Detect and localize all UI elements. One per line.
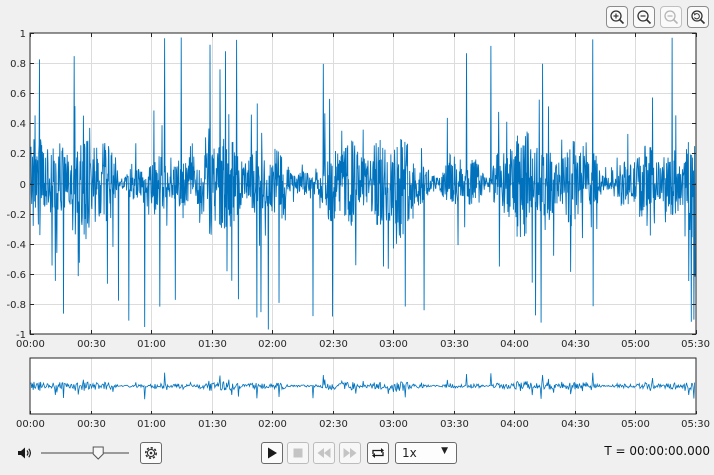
overview-x-tick-label: 04:00 <box>500 419 529 430</box>
fast-forward-button[interactable] <box>339 442 361 464</box>
play-button[interactable] <box>261 442 283 464</box>
chevron-down-icon: ▼ <box>441 446 448 456</box>
main-x-tick-label: 02:00 <box>258 339 287 350</box>
main-x-tick-label: 00:00 <box>16 339 45 350</box>
playback-speed-select[interactable]: 1x ▼ <box>395 442 457 464</box>
settings-button[interactable] <box>140 442 162 464</box>
overview-x-tick-label: 01:30 <box>198 419 227 430</box>
main-x-tick-label: 05:30 <box>681 339 710 350</box>
main-x-tick-label: 03:00 <box>379 339 408 350</box>
loop-icon <box>372 448 384 458</box>
volume-slider-thumb[interactable] <box>92 446 104 460</box>
overview-x-tick-label: 05:30 <box>681 419 710 430</box>
main-y-tick-label: 0.2 <box>10 149 26 160</box>
overview-x-tick-label: 00:00 <box>16 419 45 430</box>
volume-slider[interactable] <box>38 444 134 462</box>
time-readout: T = 00:00:00.000 <box>604 444 710 458</box>
overview-x-tick-label: 03:00 <box>379 419 408 430</box>
overview-x-tick-label: 01:00 <box>137 419 166 430</box>
main-x-tick-label: 02:30 <box>319 339 348 350</box>
main-x-tick-label: 01:00 <box>137 339 166 350</box>
stop-icon <box>293 448 303 458</box>
main-y-tick-label: 0.8 <box>10 59 26 70</box>
main-x-tick-label: 03:30 <box>440 339 469 350</box>
main-x-tick-label: 00:30 <box>77 339 106 350</box>
main-y-tick-label: -0.4 <box>6 240 26 251</box>
main-y-tick-label: 1 <box>20 29 26 40</box>
overview-x-tick-label: 05:00 <box>621 419 650 430</box>
main-y-tick-label: 0.6 <box>10 89 26 100</box>
play-icon <box>268 447 277 459</box>
main-y-tick-label: 0.4 <box>10 119 26 130</box>
main-y-tick-labels: 10.80.60.40.20-0.2-0.4-0.6-0.8-1 <box>6 29 26 341</box>
main-x-tick-label: 01:30 <box>198 339 227 350</box>
overview-x-tick-label: 03:30 <box>440 419 469 430</box>
waveform-overview-plot[interactable]: 00:00 00:30 01:00 01:30 02:00 02:30 03:00 03:30… <box>0 350 714 435</box>
main-x-tick-label: 04:00 <box>500 339 529 350</box>
fast-forward-icon <box>343 448 357 458</box>
gear-icon <box>145 447 157 459</box>
overview-x-tick-label: 02:30 <box>319 419 348 430</box>
rewind-icon <box>317 448 331 458</box>
main-y-tick-label: -0.6 <box>6 270 26 281</box>
overview-x-tick-label: 02:00 <box>258 419 287 430</box>
stop-button[interactable] <box>287 442 309 464</box>
main-x-tick-label: 05:00 <box>621 339 650 350</box>
playback-speed-value: 1x <box>402 446 417 460</box>
main-x-tick-labels: 00:00 00:30 01:00 01:30 02:00 02:30 03:00 03:30… <box>16 339 710 350</box>
main-y-tick-label: -0.8 <box>6 300 26 311</box>
overview-x-tick-label: 00:30 <box>77 419 106 430</box>
main-x-tick-label: 04:30 <box>561 339 590 350</box>
waveform-main-plot[interactable]: 10.80.60.40.20-0.2-0.4-0.6-0.8-1 00:00 00… <box>0 0 714 350</box>
volume-slider-track <box>41 452 129 454</box>
loop-button[interactable] <box>367 442 389 464</box>
speaker-icon <box>18 447 31 459</box>
overview-x-tick-labels: 00:00 00:30 01:00 01:30 02:00 02:30 03:00 03:30… <box>16 419 710 430</box>
main-y-tick-label: 0 <box>20 180 26 191</box>
overview-x-tick-label: 04:30 <box>561 419 590 430</box>
rewind-button[interactable] <box>313 442 335 464</box>
main-y-tick-label: -0.2 <box>6 210 26 221</box>
volume-button[interactable] <box>16 445 34 461</box>
overview-plot-area[interactable] <box>30 358 696 414</box>
